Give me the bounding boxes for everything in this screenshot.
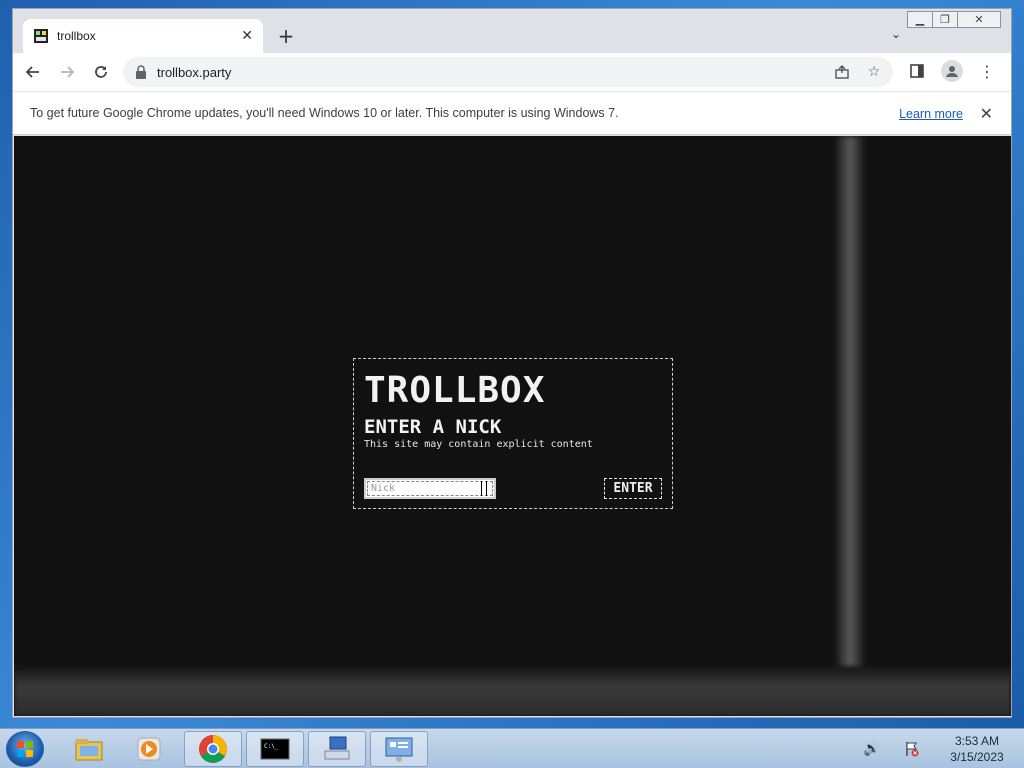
background-pole: [836, 136, 864, 676]
network-app-icon[interactable]: [308, 731, 366, 767]
nick-input[interactable]: [364, 478, 496, 499]
forward-arrow-icon: [61, 66, 75, 78]
content-warning: This site may contain explicit content: [364, 439, 593, 450]
minimize-button[interactable]: ▁: [907, 11, 933, 28]
remote-desktop-icon[interactable]: [370, 731, 428, 767]
volume-icon[interactable]: 🔊: [862, 739, 882, 759]
profile-avatar-icon[interactable]: [941, 60, 963, 82]
svg-text:C:\_: C:\_: [264, 743, 279, 750]
clock[interactable]: 3:53 AM 3/15/2023: [942, 733, 1012, 765]
back-arrow-icon: [25, 66, 39, 78]
chrome-taskbar-icon[interactable]: [184, 731, 242, 767]
browser-window: trollbox ✕ + ⌄ ▁ ❐ ✕ trollbox.party ☆ ⋮ …: [12, 8, 1012, 718]
page-logo: TROLLBOX: [364, 370, 546, 411]
share-icon[interactable]: [833, 63, 851, 81]
forward-button[interactable]: [53, 58, 81, 86]
action-center-flag-icon[interactable]: [902, 739, 922, 759]
clock-time: 3:53 AM: [954, 734, 1000, 748]
tab-search-chevron-icon[interactable]: ⌄: [891, 27, 901, 41]
start-button[interactable]: [6, 731, 44, 767]
update-infobar: To get future Google Chrome updates, you…: [13, 91, 1011, 135]
back-button[interactable]: [19, 58, 47, 86]
side-panel-icon[interactable]: [905, 59, 929, 83]
windows-logo-icon: [17, 741, 33, 757]
tab-trollbox[interactable]: trollbox ✕: [23, 19, 263, 53]
menu-kebab-icon[interactable]: ⋮: [975, 59, 999, 83]
windows-explorer-icon[interactable]: [60, 731, 118, 767]
new-tab-button[interactable]: +: [275, 24, 297, 48]
lock-icon: [136, 65, 146, 79]
reload-button[interactable]: [87, 58, 115, 86]
tab-strip: trollbox ✕ + ⌄ ▁ ❐ ✕: [13, 9, 1011, 53]
tab-close-icon[interactable]: ✕: [241, 28, 253, 44]
background-floor: [14, 666, 1011, 716]
media-player-icon[interactable]: [120, 731, 178, 767]
url-text: trollbox.party: [157, 64, 232, 80]
close-window-button[interactable]: ✕: [957, 11, 1001, 28]
infobar-close-icon[interactable]: ✕: [980, 104, 993, 123]
page-viewport: TROLLBOX ENTER A NICK This site may cont…: [14, 136, 1011, 716]
clock-date: 3/15/2023: [950, 750, 1004, 764]
learn-more-link[interactable]: Learn more: [899, 107, 963, 121]
command-prompt-icon[interactable]: C:\_: [246, 731, 304, 767]
address-bar[interactable]: trollbox.party ☆: [123, 57, 893, 87]
trollbox-favicon-icon: [33, 28, 49, 44]
page-heading: ENTER A NICK: [364, 416, 502, 438]
tab-title: trollbox: [57, 29, 96, 43]
window-controls: ▁ ❐ ✕: [907, 11, 1001, 28]
nick-login-box: TROLLBOX ENTER A NICK This site may cont…: [353, 358, 673, 509]
taskbar: C:\_ 🔊 3:53 AM 3/15/2023: [0, 728, 1024, 768]
infobar-message: To get future Google Chrome updates, you…: [30, 106, 619, 120]
browser-toolbar: trollbox.party ☆ ⋮: [13, 53, 1011, 91]
system-tray: 🔊 3:53 AM 3/15/2023: [862, 729, 1024, 768]
enter-button[interactable]: ENTER: [604, 478, 662, 499]
nick-form: ENTER: [364, 478, 662, 500]
maximize-button[interactable]: ❐: [932, 11, 958, 28]
bookmark-star-icon[interactable]: ☆: [865, 63, 883, 81]
reload-icon: [95, 66, 107, 78]
